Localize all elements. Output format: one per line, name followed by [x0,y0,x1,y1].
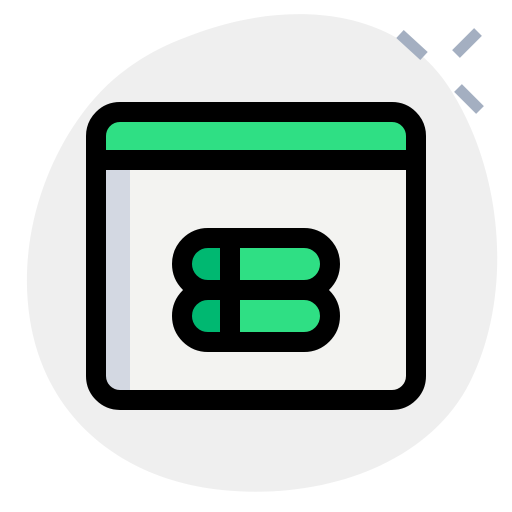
window-shadow [106,160,130,390]
browser-database-icon [26,14,498,492]
icon-stage [0,0,512,512]
sparkle-dash-right [452,28,482,58]
database-icon [172,228,340,352]
sparkle-dash-bottom [454,84,484,114]
